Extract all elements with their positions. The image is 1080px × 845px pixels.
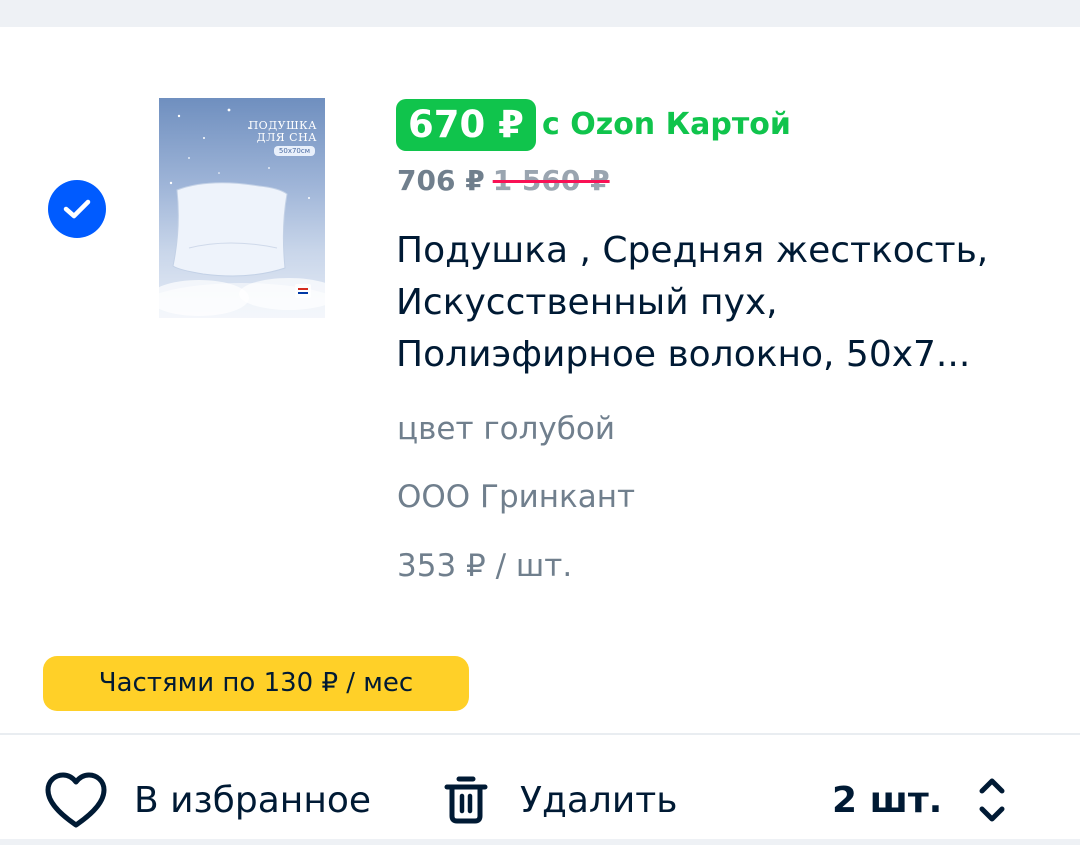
check-icon (63, 199, 91, 219)
delete-button[interactable]: Удалить (442, 767, 677, 833)
ozon-card-label: с Ozon Картой (542, 107, 791, 142)
trash-icon (444, 776, 488, 824)
product-title[interactable]: Подушка , Средняя жесткость, Искусственн… (396, 225, 1046, 381)
installments-badge[interactable]: Частями по 130 ₽ / мес (43, 656, 469, 711)
image-title: ПОДУШКА ДЛЯ СНА (248, 119, 317, 144)
quantity-selector[interactable]: 2 шт. (832, 767, 1006, 833)
product-image[interactable]: ПОДУШКА ДЛЯ СНА 50x70см (159, 98, 325, 318)
seller-name[interactable]: ООО Гринкант (397, 478, 635, 516)
chevron-up-down-icon[interactable] (978, 775, 1006, 825)
favorites-label: В избранное (134, 779, 372, 821)
select-item-checkbox[interactable] (48, 180, 106, 238)
unit-price: 353 ₽ / шт. (397, 548, 573, 584)
current-price: 706 ₽ (397, 164, 485, 197)
add-to-favorites-button[interactable]: В избранное (44, 767, 371, 833)
quantity-value: 2 шт. (832, 779, 943, 821)
delete-label: Удалить (520, 779, 678, 821)
divider (0, 733, 1080, 735)
price-row: 706 ₽1 560 ₽ (397, 164, 610, 198)
heart-icon (45, 772, 107, 828)
original-price: 1 560 ₽ (492, 164, 610, 197)
ozon-card-price: 670 ₽ (396, 99, 536, 151)
product-color: цвет голубой (397, 411, 615, 447)
cart-item-card: ПОДУШКА ДЛЯ СНА 50x70см 670 ₽ с Ozon Кар… (0, 27, 1080, 839)
image-size: 50x70см (273, 146, 315, 156)
